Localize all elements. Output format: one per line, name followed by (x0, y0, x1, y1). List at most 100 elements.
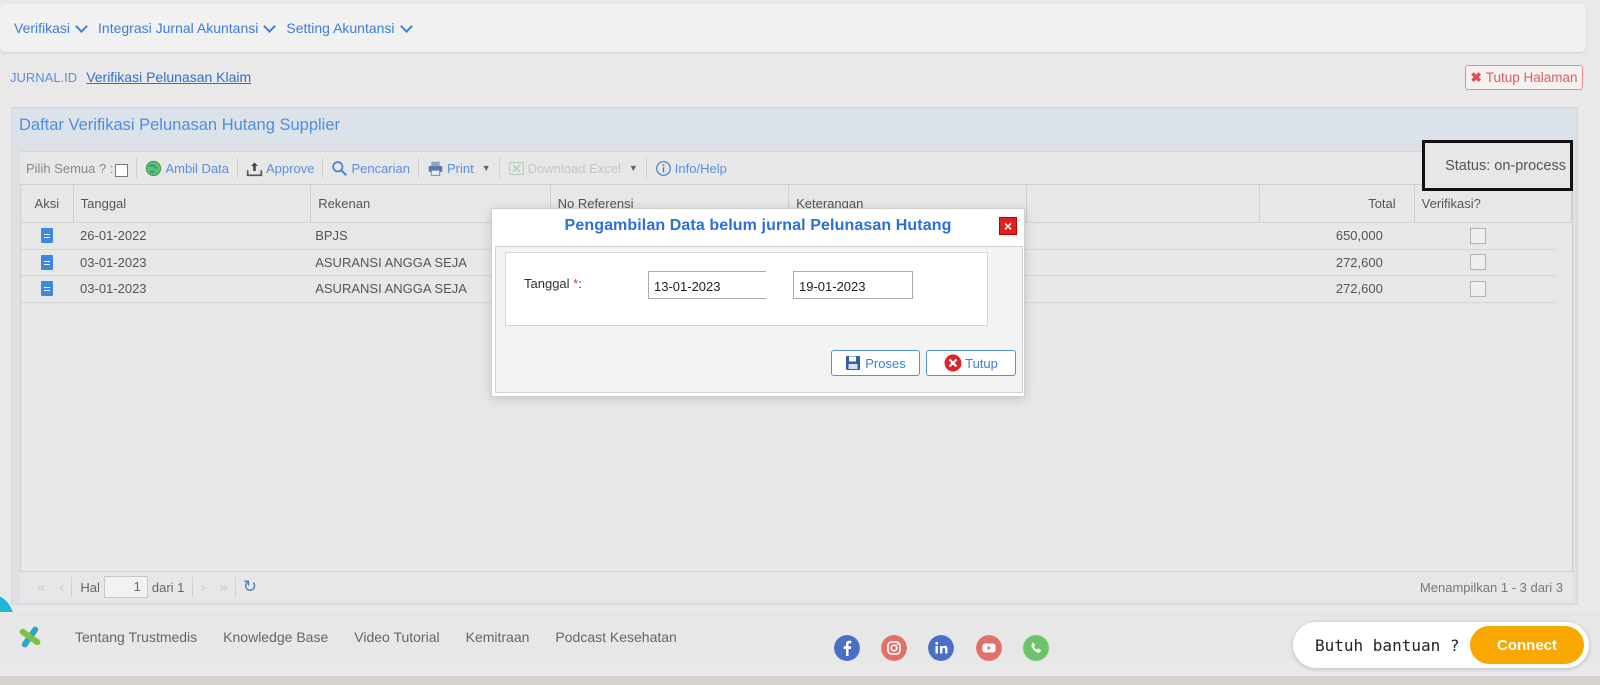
top-nav-bar: Verifikasi Integrasi Jurnal Akuntansi Se… (0, 4, 1586, 52)
chevron-down-icon (75, 19, 88, 33)
pencarian-label: Pencarian (351, 160, 410, 176)
col-tanggal[interactable]: Tanggal (74, 185, 312, 222)
menu-verifikasi[interactable]: Verifikasi (14, 19, 88, 36)
approve-button[interactable]: Approve (238, 160, 322, 177)
close-icon: ✖ (1470, 69, 1482, 85)
print-label: Print (446, 160, 474, 176)
cell-tanggal: 03-01-2023 (80, 254, 147, 270)
col-aksi[interactable]: Aksi (21, 185, 74, 222)
document-icon[interactable] (41, 254, 54, 270)
save-icon (846, 356, 861, 370)
info-help-label: Info/Help (674, 160, 727, 176)
date-range-dialog: Pengambilan Data belum jurnal Pelunasan … (491, 208, 1025, 397)
document-icon[interactable] (41, 228, 54, 244)
linkedin-icon[interactable] (928, 635, 954, 661)
facebook-icon[interactable] (834, 635, 860, 661)
tanggal-label-text: Tanggal (524, 276, 570, 291)
trustmedis-logo-icon (19, 626, 41, 648)
bottom-strip (0, 676, 1600, 685)
footer-link-video-tutorial[interactable]: Video Tutorial (354, 629, 439, 645)
ambil-data-button[interactable]: Ambil Data (137, 160, 237, 177)
pager-divider (71, 577, 73, 597)
info-icon (655, 160, 671, 176)
download-excel-label: Download Excel (527, 160, 621, 176)
label-colon: : (578, 276, 582, 291)
dialog-title: Pengambilan Data belum jurnal Pelunasan … (564, 217, 952, 234)
info-help-button[interactable]: Info/Help (647, 160, 735, 177)
toolbar: Pilih Semua ? : Ambil Data Approve Penca… (20, 151, 1573, 185)
cell-verifikasi (1401, 276, 1556, 302)
breadcrumb: JURNAL.ID Verifikasi Pelunasan Klaim (10, 69, 251, 85)
date-form: Tanggal *: 13-01-2023 19-01-2023 (505, 252, 988, 326)
row-action[interactable] (21, 276, 73, 302)
last-page-icon[interactable]: » (212, 579, 234, 596)
status-text: Status: on-process (1445, 157, 1566, 174)
document-icon[interactable] (41, 281, 54, 297)
pager-info: Menampilkan 1 - 3 dari 3 (1419, 579, 1563, 595)
tutup-button[interactable]: Tutup (926, 350, 1016, 376)
first-page-icon[interactable]: « (30, 579, 52, 596)
connect-button[interactable]: Connect (1470, 626, 1584, 664)
panel-title: Daftar Verifikasi Pelunasan Hutang Suppl… (12, 108, 1577, 142)
cell-total: 650,000 (1335, 228, 1383, 244)
excel-icon (508, 161, 524, 175)
caret-down-icon: ▼ (481, 163, 491, 173)
row-action[interactable] (21, 250, 73, 276)
menu-integrasi-jurnal[interactable]: Integrasi Jurnal Akuntansi (98, 19, 277, 36)
menu-label: Integrasi Jurnal Akuntansi (98, 20, 259, 36)
page-number-input[interactable]: 1 (103, 576, 148, 598)
breadcrumb-root[interactable]: JURNAL.ID (10, 70, 77, 85)
row-action[interactable] (21, 223, 73, 249)
date-from-input[interactable]: 13-01-2023 (648, 271, 766, 299)
menu-setting-akuntansi[interactable]: Setting Akuntansi (286, 19, 413, 36)
col-total[interactable]: Total (1260, 185, 1415, 222)
verify-checkbox[interactable] (1470, 227, 1487, 244)
footer-link-knowledge-base[interactable]: Knowledge Base (223, 629, 328, 645)
footer-link-tentang[interactable]: Tentang Trustmedis (75, 629, 197, 645)
menu-label: Verifikasi (14, 20, 71, 36)
footer-link-kemitraan[interactable]: Kemitraan (466, 629, 530, 645)
search-icon (332, 160, 348, 176)
breadcrumb-current[interactable]: Verifikasi Pelunasan Klaim (86, 69, 251, 85)
prev-page-icon[interactable]: ‹ (52, 579, 71, 596)
cell-spacer (1017, 276, 1248, 302)
proses-label: Proses (865, 355, 906, 371)
status-indicator: Status: on-process (1422, 140, 1573, 191)
printer-icon (428, 161, 443, 176)
download-excel-button[interactable]: Download Excel ▼ (500, 160, 646, 177)
select-all-checkbox[interactable] (115, 163, 129, 177)
select-all-label: Pilih Semua ? : (26, 160, 114, 176)
caret-down-icon: ▼ (628, 163, 638, 173)
cell-verifikasi (1401, 250, 1556, 276)
close-page-button[interactable]: ✖ Tutup Halaman (1465, 65, 1583, 90)
page-label: Hal (80, 579, 100, 595)
chevron-down-icon (399, 19, 413, 33)
cell-total: 272,600 (1335, 254, 1383, 270)
tutup-label: Tutup (965, 355, 998, 371)
approve-label: Approve (266, 160, 315, 176)
cell-tanggal: 26-01-2022 (80, 228, 147, 244)
youtube-icon[interactable] (976, 635, 1002, 661)
menu-label: Setting Akuntansi (286, 20, 395, 36)
pencarian-button[interactable]: Pencarian (323, 160, 418, 177)
whatsapp-icon[interactable] (1023, 635, 1049, 661)
cell-total: 272,600 (1335, 281, 1383, 297)
date-to-input[interactable]: 19-01-2023 (793, 271, 913, 299)
print-button[interactable]: Print ▼ (419, 160, 499, 177)
select-all: Pilih Semua ? : (26, 160, 136, 177)
refresh-icon[interactable]: ↻ (236, 577, 264, 597)
close-icon[interactable]: × (999, 217, 1017, 235)
next-page-icon[interactable]: › (193, 579, 212, 596)
close-page-label: Tutup Halaman (1485, 70, 1578, 85)
upload-icon (246, 162, 263, 176)
dialog-body: Tanggal *: 13-01-2023 19-01-2023 Proses … (495, 246, 1023, 393)
cancel-icon (944, 354, 962, 372)
page-total: dari 1 (151, 579, 185, 595)
cell-spacer (1017, 223, 1248, 249)
chevron-down-icon (263, 19, 277, 33)
verify-checkbox[interactable] (1470, 254, 1487, 271)
instagram-icon[interactable] (881, 635, 907, 661)
proses-button[interactable]: Proses (831, 350, 920, 376)
footer-link-podcast[interactable]: Podcast Kesehatan (555, 629, 676, 645)
verify-checkbox[interactable] (1470, 280, 1487, 297)
